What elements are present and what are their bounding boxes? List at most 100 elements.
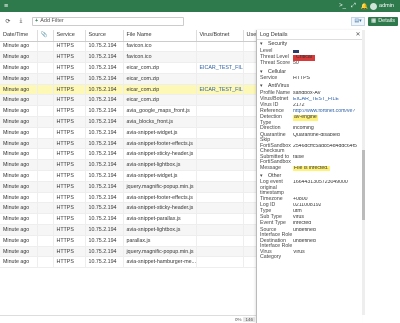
column-header-datetime[interactable]: Date/Time	[0, 30, 38, 42]
cell-service: HTTPS	[53, 94, 86, 107]
section-title: Cellular	[268, 68, 286, 75]
avatar[interactable]	[370, 2, 378, 10]
table-row[interactable]: Minute ago HTTPS 10.75.2.194 avia-snippet-w…	[0, 127, 257, 139]
detail-key: Message	[260, 164, 282, 171]
table-row[interactable]: Minute ago HTTPS 10.75.2.194 eicar_com.zip E…	[0, 62, 257, 74]
table-row[interactable]: Minute ago HTTPS 10.75.2.194 avia-snippet-l…	[0, 159, 257, 172]
status-percent: 0%	[234, 317, 242, 322]
cell-attachment	[37, 51, 54, 64]
cell-source: 10.75.2.194	[85, 148, 124, 161]
cell-source: 10.75.2.194	[85, 192, 124, 204]
cell-attachment	[37, 192, 54, 204]
bell-icon[interactable]: 🔔	[359, 0, 370, 12]
cell-virus-botnet	[196, 256, 244, 269]
table-row[interactable]: Minute ago HTTPS 10.75.2.194 favicon.ico	[0, 51, 257, 64]
hamburger-icon[interactable]: ≡	[0, 0, 12, 12]
cell-source: 10.75.2.194	[85, 94, 124, 107]
cell-file-name: avia-snippet-widget.js	[123, 170, 197, 182]
close-icon[interactable]: ✕	[354, 31, 362, 38]
detail-row: Destination Interface Role undefined	[257, 237, 362, 250]
download-icon[interactable]: ⤓	[16, 16, 26, 26]
cell-attachment	[37, 170, 54, 182]
table-row[interactable]: Minute ago HTTPS 10.75.2.194 avia-snippet-h…	[0, 256, 257, 269]
table-row[interactable]: Minute ago HTTPS 10.75.2.194 avia-snippet-f…	[0, 138, 257, 150]
cell-source: 10.75.2.194	[85, 256, 124, 269]
scrollbar-thumb[interactable]	[362, 150, 365, 220]
view-mode-dropdown[interactable]: ▤▾	[350, 16, 365, 26]
chevron-down-icon: ▾	[260, 83, 263, 90]
cell-file-name: avia_google_maps_front.js	[123, 105, 197, 118]
table-row[interactable]: Minute ago HTTPS 10.75.2.194 parallax.js	[0, 235, 257, 247]
add-filter-input[interactable]: + Add Filter	[32, 16, 184, 26]
fullscreen-icon[interactable]: ⤢	[348, 0, 359, 12]
table-row[interactable]: Minute ago HTTPS 10.75.2.194 eicar_com.zip E…	[0, 84, 257, 96]
refresh-icon[interactable]: ⟳	[3, 16, 13, 26]
detail-row: Quarantine Skip Quarantine-disabled	[257, 132, 362, 144]
table-row[interactable]: Minute ago HTTPS 10.75.2.194 avia_google_ma…	[0, 105, 257, 118]
table-row[interactable]: Minute ago HTTPS 10.75.2.194 jquery.magnifi…	[0, 181, 257, 193]
column-header-service[interactable]: Service	[53, 30, 86, 42]
cell-user	[243, 159, 257, 172]
detail-row: Source Interface Role undefined	[257, 227, 362, 239]
cell-attachment	[37, 159, 54, 172]
column-header-user[interactable]: Use	[243, 30, 257, 42]
section-security[interactable]: ▾ Security	[257, 40, 362, 49]
cell-virus-botnet	[196, 246, 244, 258]
detail-value: 50	[293, 61, 299, 67]
cell-attachment	[37, 94, 54, 107]
table-row[interactable]: Minute ago HTTPS 10.75.2.194 avia_blocks_fr…	[0, 116, 257, 128]
section-title: Security	[268, 41, 288, 48]
detail-value[interactable]: http://www.fortinet.com/ve?	[293, 109, 355, 115]
column-header-file-name[interactable]: File Name	[123, 30, 197, 42]
cell-file-name: avia-snippet-parallax.js	[123, 213, 197, 226]
table-row[interactable]: Minute ago HTTPS 10.75.2.194 eicar_com.zip	[0, 94, 257, 107]
cell-datetime: Minute ago	[0, 94, 38, 107]
details-button[interactable]: ▦ Details	[367, 16, 398, 26]
cell-virus-botnet	[196, 213, 244, 226]
cell-user	[243, 170, 257, 182]
table-row[interactable]: Minute ago HTTPS 10.75.2.194 avia-snippet-s…	[0, 202, 257, 215]
cell-file-name: avia-snippet-sticky-header.js	[123, 148, 197, 161]
cell-virus-botnet: EICAR_TEST_FILE	[196, 62, 244, 74]
detail-key: Direction	[260, 125, 281, 132]
cell-source: 10.75.2.194	[85, 41, 124, 53]
table-row[interactable]: Minute ago HTTPS 10.75.2.194 jquery.magnifi…	[0, 246, 257, 258]
cell-user	[243, 224, 257, 236]
detail-value: utm	[293, 209, 302, 215]
column-header-attachment[interactable]: 📎	[37, 30, 54, 42]
column-header-virus-botnet[interactable]: Virus/Botnet	[196, 30, 244, 42]
cell-datetime: Minute ago	[0, 202, 38, 215]
cell-file-name: avia-snippet-footer-effects.js	[123, 138, 197, 150]
cell-attachment	[37, 202, 54, 215]
cell-user	[243, 51, 257, 64]
cell-virus-botnet	[196, 192, 244, 204]
terminal-icon[interactable]: >_	[337, 0, 348, 12]
table-row[interactable]: Minute ago HTTPS 10.75.2.194 avia-snippet-p…	[0, 213, 257, 226]
user-menu[interactable]: admin	[379, 3, 394, 9]
cell-datetime: Minute ago	[0, 181, 38, 193]
detail-value[interactable]: EICAR_TEST_FILE	[293, 97, 339, 103]
cell-service: HTTPS	[53, 213, 86, 226]
cell-source: 10.75.2.194	[85, 105, 124, 118]
table-row[interactable]: Minute ago HTTPS 10.75.2.194 avia-snippet-l…	[0, 224, 257, 236]
cell-attachment	[37, 138, 54, 150]
cell-service: HTTPS	[53, 224, 86, 236]
cell-attachment	[37, 235, 54, 247]
panel-scrollbar[interactable]	[362, 30, 365, 315]
cell-virus-botnet	[196, 235, 244, 247]
table-row[interactable]: Minute ago HTTPS 10.75.2.194 avia-snippet-s…	[0, 148, 257, 161]
cell-datetime: Minute ago	[0, 224, 38, 236]
column-header-source[interactable]: Source	[85, 30, 124, 42]
table-row[interactable]: Minute ago HTTPS 10.75.2.194 avia-snippet-w…	[0, 170, 257, 182]
section-title: AntiVirus	[268, 83, 290, 90]
table-row[interactable]: Minute ago HTTPS 10.75.2.194 favicon.ico	[0, 41, 257, 53]
cell-attachment	[37, 73, 54, 85]
cell-file-name: parallax.js	[123, 235, 197, 247]
cell-virus-botnet	[196, 170, 244, 182]
cell-file-name: avia-snippet-footer-effects.js	[123, 192, 197, 204]
details-button-label: Details	[378, 18, 395, 24]
detail-key: Destination Interface Role	[260, 237, 293, 250]
table-row[interactable]: Minute ago HTTPS 10.75.2.194 eicar_com.zip	[0, 73, 257, 85]
cell-source: 10.75.2.194	[85, 159, 124, 172]
table-row[interactable]: Minute ago HTTPS 10.75.2.194 avia-snippet-f…	[0, 192, 257, 204]
